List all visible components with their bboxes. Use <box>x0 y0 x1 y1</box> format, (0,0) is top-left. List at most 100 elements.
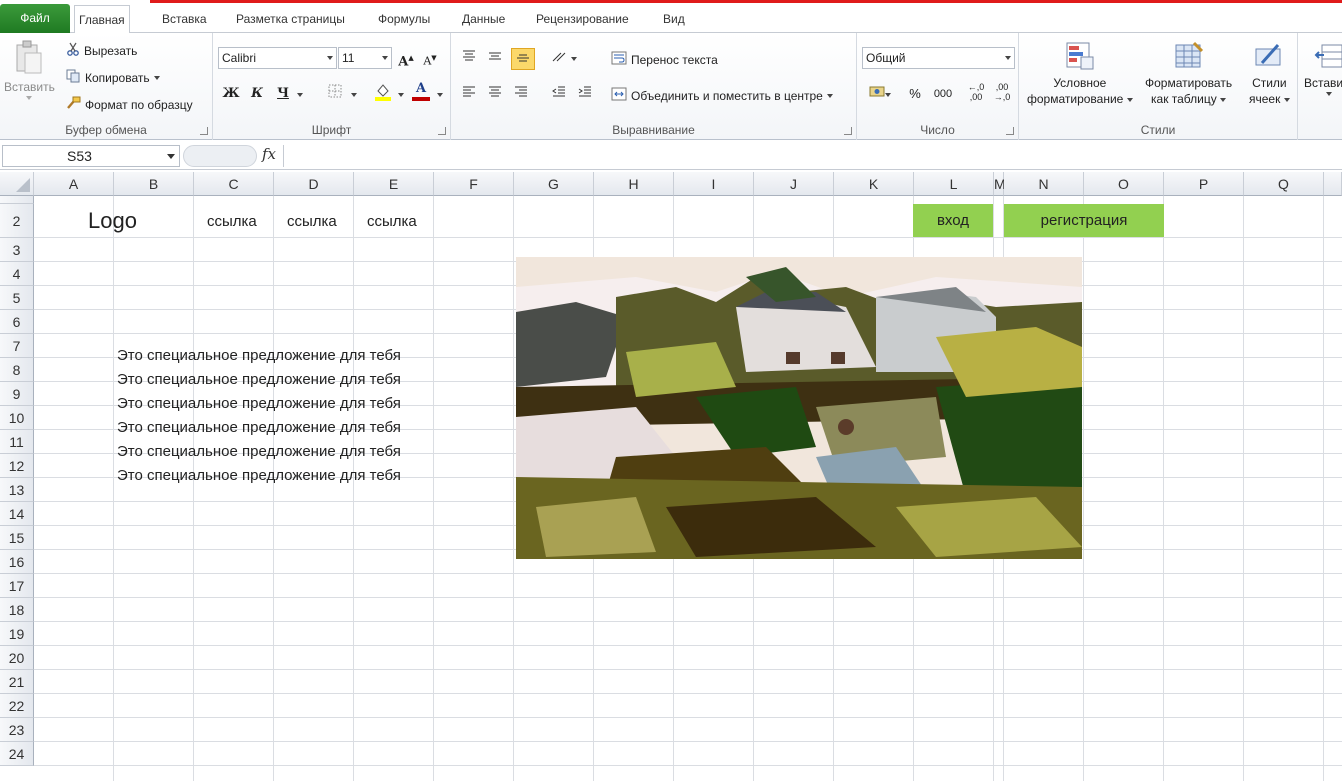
row-header-3[interactable]: 3 <box>0 238 34 262</box>
column-header-o[interactable]: O <box>1084 172 1164 196</box>
align-bottom-button[interactable] <box>511 48 535 70</box>
tab-home[interactable]: Главная <box>74 5 130 34</box>
cut-button[interactable]: Вырезать <box>66 42 137 59</box>
column-header-n[interactable]: N <box>1004 172 1084 196</box>
row-header-23[interactable]: 23 <box>0 718 34 742</box>
row-header-19[interactable]: 19 <box>0 622 34 646</box>
borders-button[interactable] <box>325 84 345 104</box>
wrap-text-button[interactable]: Перенос текста <box>611 51 718 68</box>
dialog-launcher-icon[interactable] <box>1006 127 1014 135</box>
logo-cell[interactable]: Logo <box>88 208 137 234</box>
align-left-button[interactable] <box>459 84 479 104</box>
row-header-20[interactable]: 20 <box>0 646 34 670</box>
merge-center-button[interactable]: Объединить и поместить в центре <box>611 87 833 104</box>
column-header-j[interactable]: J <box>754 172 834 196</box>
chevron-down-icon[interactable] <box>167 154 175 159</box>
row-header-17[interactable]: 17 <box>0 574 34 598</box>
underline-button[interactable]: Ч <box>273 84 293 104</box>
link-cell[interactable]: ссылка <box>207 213 257 230</box>
formula-input[interactable] <box>283 145 1342 167</box>
row-header-21[interactable]: 21 <box>0 670 34 694</box>
register-button[interactable]: регистрация <box>1004 204 1164 237</box>
tab-view[interactable]: Вид <box>659 5 689 33</box>
column-header-c[interactable]: C <box>194 172 274 196</box>
name-box[interactable]: S53 <box>2 145 180 167</box>
fill-color-button[interactable] <box>373 82 393 102</box>
column-header-h[interactable]: H <box>594 172 674 196</box>
number-format-select[interactable]: Общий <box>862 47 1015 69</box>
dialog-launcher-icon[interactable] <box>438 127 446 135</box>
chevron-down-icon[interactable] <box>398 93 404 97</box>
chevron-down-icon[interactable] <box>297 93 303 97</box>
offer-text[interactable]: Это специальное предложение для тебя <box>117 443 401 460</box>
row-header-6[interactable]: 6 <box>0 310 34 334</box>
row-header-12[interactable]: 12 <box>0 454 34 478</box>
row-header-22[interactable]: 22 <box>0 694 34 718</box>
font-color-button[interactable]: A <box>411 82 431 102</box>
row-header-7[interactable]: 7 <box>0 334 34 358</box>
column-header-f[interactable]: F <box>434 172 514 196</box>
dialog-launcher-icon[interactable] <box>844 127 852 135</box>
chevron-down-icon[interactable] <box>437 93 443 97</box>
login-button[interactable]: вход <box>913 204 993 237</box>
font-size-select[interactable]: 11 <box>338 47 392 69</box>
offer-text[interactable]: Это специальное предложение для тебя <box>117 419 401 436</box>
column-header-g[interactable]: G <box>514 172 594 196</box>
tab-data[interactable]: Данные <box>458 5 509 33</box>
link-cell[interactable]: ссылка <box>367 213 417 230</box>
row-header-sliver[interactable] <box>0 196 34 204</box>
increase-decimal-button[interactable]: ←,0,00 <box>965 82 987 102</box>
column-header-d[interactable]: D <box>274 172 354 196</box>
link-cell[interactable]: ссылка <box>287 213 337 230</box>
column-header-k[interactable]: K <box>834 172 914 196</box>
row-header-10[interactable]: 10 <box>0 406 34 430</box>
column-header-a[interactable]: A <box>34 172 114 196</box>
formula-bar-handle[interactable] <box>183 145 257 167</box>
decrease-decimal-button[interactable]: ,00 →,0 <box>991 82 1013 102</box>
offer-text[interactable]: Это специальное предложение для тебя <box>117 467 401 484</box>
row-header-15[interactable]: 15 <box>0 526 34 550</box>
format-painter-button[interactable]: Формат по образцу <box>66 96 193 113</box>
offer-text[interactable]: Это специальное предложение для тебя <box>117 395 401 412</box>
decrease-indent-button[interactable] <box>549 84 569 104</box>
align-middle-button[interactable] <box>485 48 505 68</box>
row-header-2[interactable]: 2 <box>0 204 34 238</box>
row-header-24[interactable]: 24 <box>0 742 34 766</box>
column-header-e[interactable]: E <box>354 172 434 196</box>
italic-button[interactable]: К <box>247 84 267 104</box>
bold-button[interactable]: Ж <box>221 84 241 104</box>
align-right-button[interactable] <box>511 84 531 104</box>
copy-button[interactable]: Копировать <box>66 69 160 86</box>
format-as-table-button[interactable]: Форматировать как таблицу <box>1145 41 1232 106</box>
row-header-13[interactable]: 13 <box>0 478 34 502</box>
tab-file[interactable]: Файл <box>0 4 70 33</box>
row-header-11[interactable]: 11 <box>0 430 34 454</box>
landscape-picture[interactable] <box>516 257 1082 559</box>
thousands-separator-button[interactable]: 000 <box>931 84 955 104</box>
orientation-button[interactable] <box>551 48 577 68</box>
column-header-b[interactable]: B <box>114 172 194 196</box>
tab-insert[interactable]: Вставка <box>158 5 211 33</box>
row-header-16[interactable]: 16 <box>0 550 34 574</box>
row-header-18[interactable]: 18 <box>0 598 34 622</box>
insert-cells-button[interactable]: Вставить <box>1304 41 1342 96</box>
column-header-p[interactable]: P <box>1164 172 1244 196</box>
dialog-launcher-icon[interactable] <box>200 127 208 135</box>
row-header-9[interactable]: 9 <box>0 382 34 406</box>
insert-function-icon[interactable]: fx <box>262 145 276 163</box>
cell-styles-button[interactable]: Стили ячеек <box>1249 41 1290 106</box>
worksheet-grid[interactable]: ABCDEFGHIJKLMNOPQ 2 3 4 5 6 7 8 9 10 11 12 13 14 15 16… <box>0 172 1342 781</box>
select-all-corner[interactable] <box>0 172 34 196</box>
paste-button[interactable]: Вставить <box>4 39 55 100</box>
percent-button[interactable]: % <box>905 84 925 104</box>
tab-review[interactable]: Рецензирование <box>532 5 633 33</box>
increase-indent-button[interactable] <box>575 84 595 104</box>
align-top-button[interactable] <box>459 48 479 68</box>
offer-text[interactable]: Это специальное предложение для тебя <box>117 347 401 364</box>
tab-formulas[interactable]: Формулы <box>374 5 434 33</box>
row-header-4[interactable]: 4 <box>0 262 34 286</box>
font-name-select[interactable]: Calibri <box>218 47 337 69</box>
column-header-partial[interactable] <box>1324 172 1342 196</box>
conditional-formatting-button[interactable]: Условное форматирование <box>1027 41 1133 106</box>
shrink-font-button[interactable]: A▼ <box>420 48 440 68</box>
